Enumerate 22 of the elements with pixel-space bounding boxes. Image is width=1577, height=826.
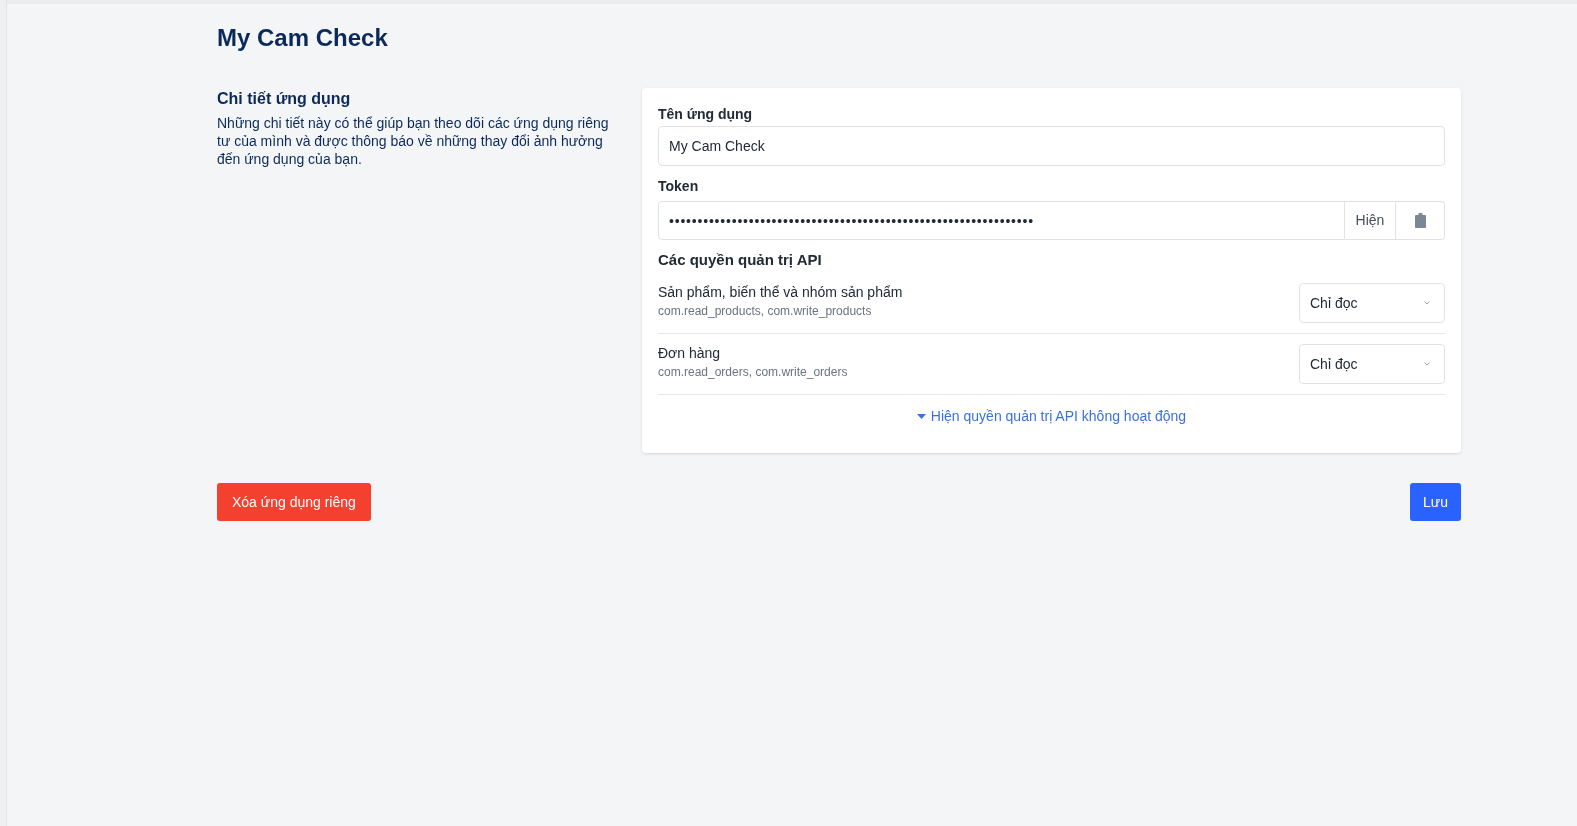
- delete-app-button[interactable]: Xóa ứng dụng riêng: [217, 483, 371, 521]
- section-heading: Chi tiết ứng dụng: [217, 89, 351, 109]
- field-label: Tên ứng dụng: [658, 105, 753, 124]
- permission-name: Sản phẩm, biến thể và nhóm sản phẩm: [658, 283, 903, 301]
- field-label: Token: [658, 177, 699, 196]
- permission-scopes: com.read_orders, com.write_orders: [658, 364, 848, 380]
- copy-button[interactable]: [1396, 201, 1445, 240]
- section-description: Những chi tiết này có thể giúp bạn theo dõi các ứng dụng riêng tư của mình và được thông báo về những thay đổi ảnh hưởng đến ứng dụng của bạn.: [217, 114, 610, 168]
- token-input[interactable]: ••••••••••••••••••••••••••••••••••••••••••••••••••••••••••••••••: [658, 201, 1345, 240]
- chevron-down-icon: [1424, 362, 1430, 366]
- app-name-input[interactable]: My Cam Check: [658, 126, 1445, 166]
- permission-name: Đơn hàng: [658, 344, 721, 362]
- access-select[interactable]: Chỉ đọc: [1299, 344, 1445, 384]
- page-title: My Cam Check: [217, 23, 388, 53]
- access-select[interactable]: Chỉ đọc: [1299, 283, 1445, 323]
- permissions-heading: Các quyền quản trị API: [658, 250, 822, 270]
- show-token-button[interactable]: Hiện: [1345, 201, 1396, 240]
- save-button[interactable]: Lưu: [1410, 483, 1461, 521]
- permission-scopes: com.read_products, com.write_products: [658, 303, 872, 319]
- clipboard-icon: [1414, 213, 1426, 228]
- caret-down-icon: [916, 413, 926, 419]
- chevron-down-icon: [1424, 301, 1430, 305]
